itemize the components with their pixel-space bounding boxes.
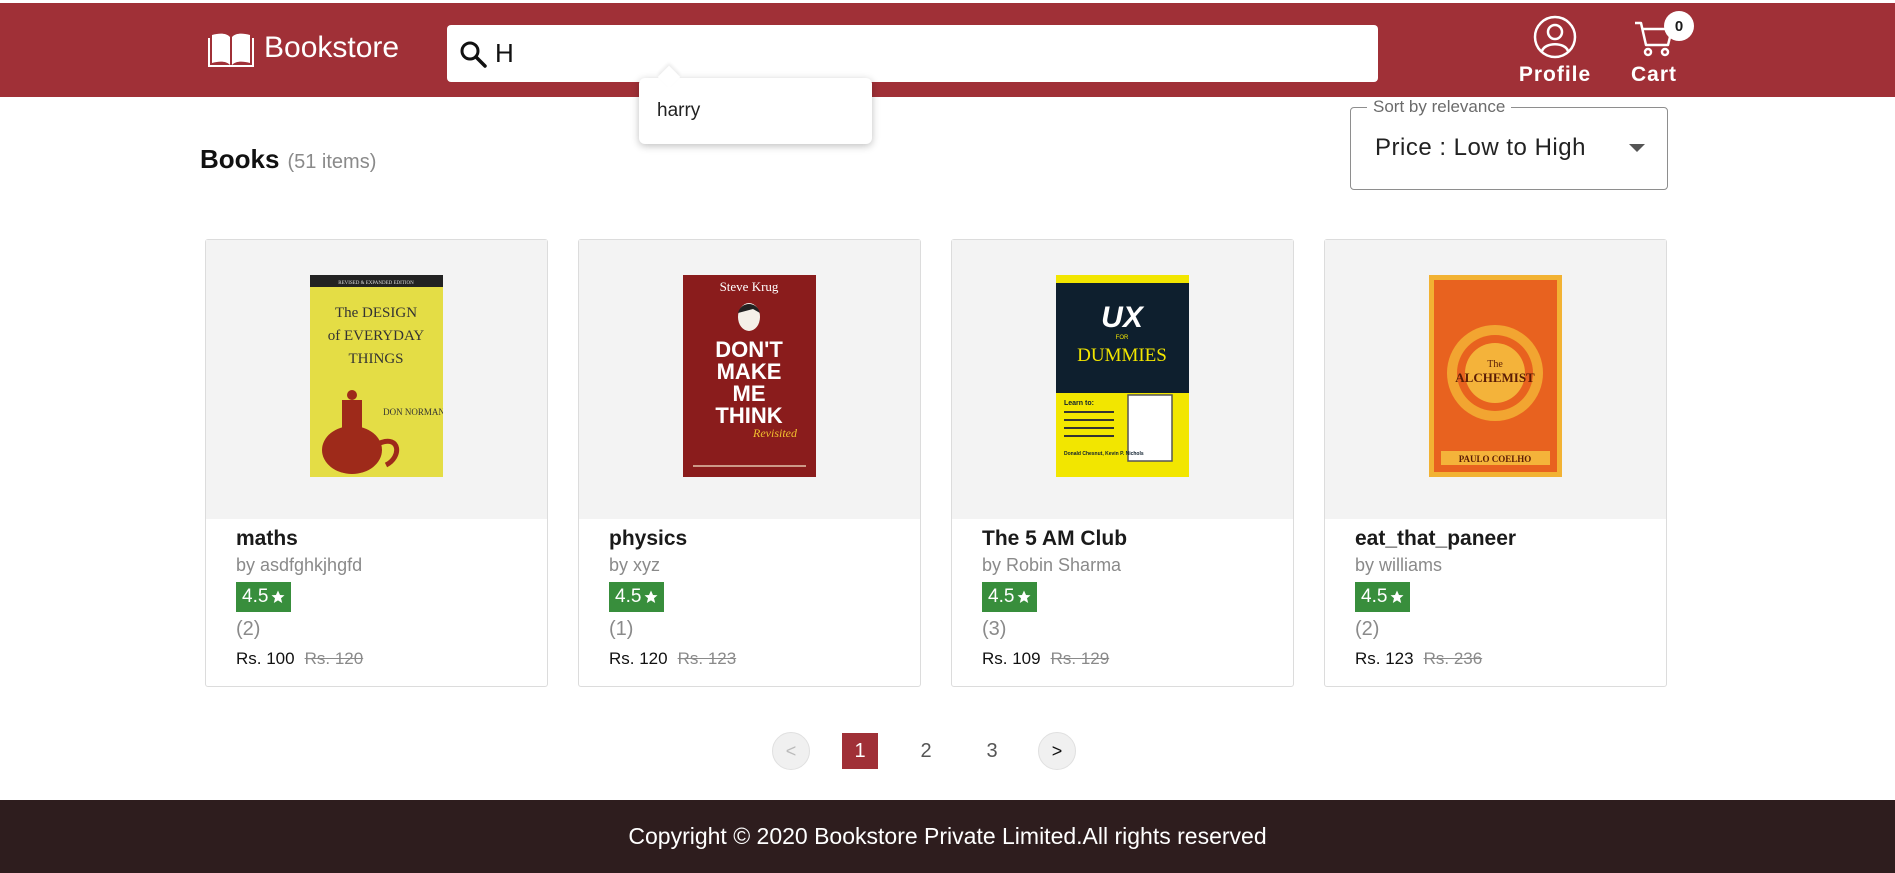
search-icon xyxy=(460,41,487,68)
book-image-area: Steve Krug DON'T MAKE ME THINK Revisited xyxy=(579,240,920,519)
price: Rs. 123 xyxy=(1355,649,1414,668)
rating-badge: 4.5 xyxy=(609,582,665,612)
search-input[interactable] xyxy=(495,33,1315,74)
rating-value: 4.5 xyxy=(988,586,1015,607)
top-header: Bookstore Profile 0 Cart xyxy=(0,0,1895,97)
rating-badge: 4.5 xyxy=(982,582,1038,612)
svg-text:Revisited: Revisited xyxy=(752,426,798,440)
book-title: The 5 AM Club xyxy=(982,527,1128,550)
book-info: physics by xyz 4.5 (1) Rs. 120 Rs. 123 xyxy=(609,527,736,669)
open-book-icon xyxy=(208,33,254,67)
star-icon xyxy=(1390,590,1404,603)
rating-badge: 4.5 xyxy=(236,582,292,612)
book-info: eat_that_paneer by williams 4.5 (2) Rs. … xyxy=(1355,527,1516,669)
pagination: < 1 2 3 > xyxy=(772,732,1076,770)
book-author: by williams xyxy=(1355,555,1443,575)
profile-icon xyxy=(1533,15,1577,59)
page-1-button[interactable]: 1 xyxy=(842,733,878,769)
book-title: eat_that_paneer xyxy=(1355,527,1517,550)
star-icon xyxy=(644,590,658,603)
profile-label: Profile xyxy=(1518,63,1592,86)
sort-select[interactable]: Sort by relevance Price : Low to High xyxy=(1350,97,1668,190)
prev-page-button[interactable]: < xyxy=(772,732,810,770)
price-row: Rs. 100 Rs. 120 xyxy=(236,649,363,669)
svg-text:REVISED & EXPANDED EDITION: REVISED & EXPANDED EDITION xyxy=(338,281,414,286)
svg-text:FOR: FOR xyxy=(1116,335,1129,341)
sort-selected-value: Price : Low to High xyxy=(1375,134,1586,161)
book-image-area: REVISED & EXPANDED EDITION The DESIGN of… xyxy=(206,240,547,519)
book-cover-image: The ALCHEMIST PAULO COELHO xyxy=(1429,275,1562,477)
svg-text:of EVERYDAY: of EVERYDAY xyxy=(328,328,425,344)
review-count: (3) xyxy=(982,618,1007,640)
original-price: Rs. 120 xyxy=(304,649,364,668)
svg-text:DUMMIES: DUMMIES xyxy=(1077,345,1167,366)
svg-text:UX: UX xyxy=(1101,301,1145,334)
rating-value: 4.5 xyxy=(1361,586,1388,607)
copyright-text: Copyright © 2020 Bookstore Private Limit… xyxy=(628,823,1267,849)
footer: Copyright © 2020 Bookstore Private Limit… xyxy=(0,800,1895,873)
svg-text:THINGS: THINGS xyxy=(349,351,404,367)
book-title: physics xyxy=(609,527,688,550)
book-card[interactable]: Steve Krug DON'T MAKE ME THINK Revisited… xyxy=(578,239,921,687)
svg-text:The DESIGN: The DESIGN xyxy=(335,305,417,321)
sort-legend: Sort by relevance xyxy=(1367,97,1512,117)
brand-name: Bookstore xyxy=(264,31,400,64)
svg-text:The: The xyxy=(1487,359,1503,370)
book-cover-image: REVISED & EXPANDED EDITION The DESIGN of… xyxy=(310,275,443,477)
cart-label: Cart xyxy=(1630,63,1677,86)
rating-badge: 4.5 xyxy=(1355,582,1411,612)
star-icon xyxy=(1017,590,1031,603)
book-author: by Robin Sharma xyxy=(982,555,1122,575)
original-price: Rs. 129 xyxy=(1050,649,1110,668)
svg-text:PAULO COELHO: PAULO COELHO xyxy=(1459,454,1532,464)
book-image-area: UX FOR DUMMIES Learn to: Donald Chesnut,… xyxy=(952,240,1293,519)
original-price: Rs. 236 xyxy=(1423,649,1483,668)
book-card[interactable]: UX FOR DUMMIES Learn to: Donald Chesnut,… xyxy=(951,239,1294,687)
book-info: maths by asdfghkjhgfd 4.5 (2) Rs. 100 Rs… xyxy=(236,527,363,669)
search-bar[interactable] xyxy=(447,25,1378,82)
book-author: by xyz xyxy=(609,555,661,575)
book-author: by asdfghkjhgfd xyxy=(236,555,363,575)
item-count: (51 items) xyxy=(287,151,377,173)
profile-button[interactable]: Profile xyxy=(1518,15,1592,87)
dropdown-arrow-icon xyxy=(1629,144,1645,152)
price: Rs. 100 xyxy=(236,649,295,668)
brand-logo[interactable]: Bookstore xyxy=(208,29,399,67)
original-price: Rs. 123 xyxy=(677,649,737,668)
review-count: (2) xyxy=(236,618,261,640)
book-info: The 5 AM Club by Robin Sharma 4.5 (3) Rs… xyxy=(982,527,1127,669)
price: Rs. 120 xyxy=(609,649,668,668)
book-card[interactable]: The ALCHEMIST PAULO COELHO eat_that_pane… xyxy=(1324,239,1667,687)
svg-text:Donald Chesnut, Kevin P. Nicho: Donald Chesnut, Kevin P. Nichols xyxy=(1064,451,1144,457)
page-title: Books xyxy=(200,144,280,174)
svg-text:DON NORMAN: DON NORMAN xyxy=(383,407,443,417)
price-row: Rs. 109 Rs. 129 xyxy=(982,649,1127,669)
next-page-button[interactable]: > xyxy=(1038,732,1076,770)
price-row: Rs. 123 Rs. 236 xyxy=(1355,649,1516,669)
book-card[interactable]: REVISED & EXPANDED EDITION The DESIGN of… xyxy=(205,239,548,687)
rating-value: 4.5 xyxy=(615,586,642,607)
price-row: Rs. 120 Rs. 123 xyxy=(609,649,736,669)
review-count: (2) xyxy=(1355,618,1380,640)
review-count: (1) xyxy=(609,618,634,640)
book-cover-image: Steve Krug DON'T MAKE ME THINK Revisited xyxy=(683,275,816,477)
search-suggestions: harry xyxy=(639,78,872,144)
page-3-button[interactable]: 3 xyxy=(974,733,1010,769)
cart-button[interactable]: 0 Cart xyxy=(1624,11,1694,87)
book-image-area: The ALCHEMIST PAULO COELHO xyxy=(1325,240,1666,519)
listing-title: Books (51 items) xyxy=(200,144,376,175)
star-icon xyxy=(271,590,285,603)
book-title: maths xyxy=(236,527,298,550)
book-cover-image: UX FOR DUMMIES Learn to: Donald Chesnut,… xyxy=(1056,275,1189,477)
svg-text:THINK: THINK xyxy=(715,403,782,428)
svg-text:Learn to:: Learn to: xyxy=(1064,400,1094,407)
price: Rs. 109 xyxy=(982,649,1041,668)
svg-text:ALCHEMIST: ALCHEMIST xyxy=(1455,370,1535,385)
page-2-button[interactable]: 2 xyxy=(908,733,944,769)
cart-count-badge: 0 xyxy=(1664,11,1694,41)
svg-text:Steve Krug: Steve Krug xyxy=(720,279,779,294)
rating-value: 4.5 xyxy=(242,586,269,607)
suggestion-item[interactable]: harry xyxy=(657,100,700,122)
